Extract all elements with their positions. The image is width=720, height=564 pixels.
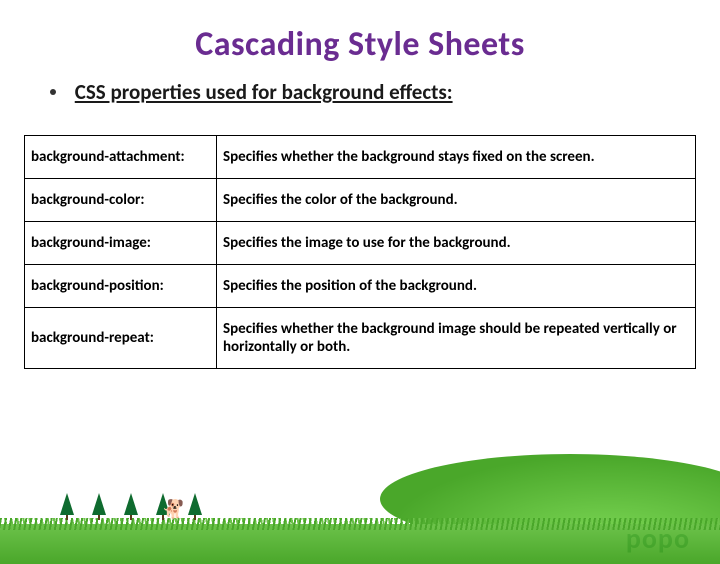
property-name: background-image: [25, 222, 217, 265]
watermark: popo [626, 521, 690, 556]
table-row: background-attachment: Specifies whether… [25, 136, 696, 179]
dog-icon: 🐕 [162, 498, 184, 520]
properties-table: background-attachment: Specifies whether… [24, 135, 696, 369]
tree-icon [60, 492, 74, 520]
table-row: background-color: Specifies the color of… [25, 179, 696, 222]
tree-icon [124, 492, 138, 520]
property-desc: Specifies the position of the background… [217, 265, 696, 308]
tree-icon [188, 492, 202, 520]
bullet-icon [50, 89, 56, 95]
slide-subtitle: CSS properties used for background effec… [75, 79, 453, 105]
property-desc: Specifies whether the background image s… [217, 308, 696, 369]
tree-icon [92, 492, 106, 520]
property-name: background-repeat: [25, 308, 217, 369]
table-row: background-image: Specifies the image to… [25, 222, 696, 265]
grass-decoration [0, 524, 720, 564]
slide-title: Cascading Style Sheets [0, 24, 720, 65]
ground-decoration: 🐕 popo [0, 490, 720, 564]
table-row: background-position: Specifies the posit… [25, 265, 696, 308]
property-desc: Specifies whether the background stays f… [217, 136, 696, 179]
property-name: background-position: [25, 265, 217, 308]
table-row: background-repeat: Specifies whether the… [25, 308, 696, 369]
property-desc: Specifies the image to use for the backg… [217, 222, 696, 265]
property-desc: Specifies the color of the background. [217, 179, 696, 222]
property-name: background-attachment: [25, 136, 217, 179]
property-name: background-color: [25, 179, 217, 222]
subtitle-row: CSS properties used for background effec… [50, 79, 720, 105]
